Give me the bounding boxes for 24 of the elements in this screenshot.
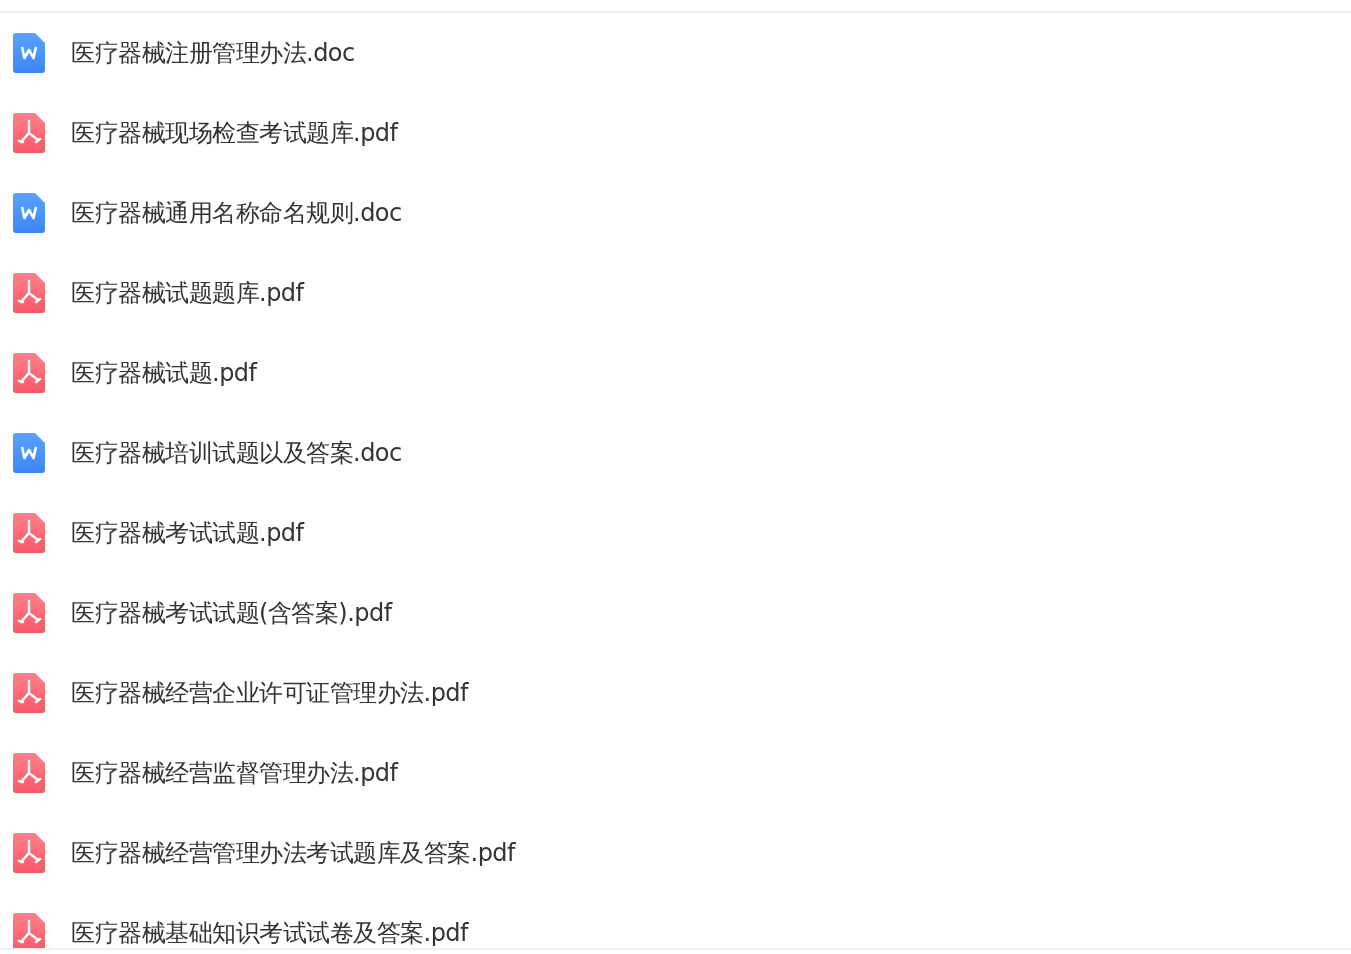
file-name[interactable]: 医疗器械试题.pdf [71, 357, 257, 389]
file-name[interactable]: 医疗器械经营管理办法考试题库及答案.pdf [71, 837, 516, 869]
pdf-document-icon [13, 113, 45, 153]
word-document-icon [13, 433, 45, 473]
pdf-document-icon [13, 353, 45, 393]
file-name[interactable]: 医疗器械基础知识考试试卷及答案.pdf [71, 917, 469, 948]
file-name[interactable]: 医疗器械考试试题.pdf [71, 517, 304, 549]
file-name[interactable]: 医疗器械经营企业许可证管理办法.pdf [71, 677, 469, 709]
word-document-icon [13, 33, 45, 73]
file-name[interactable]: 医疗器械试题题库.pdf [71, 277, 304, 309]
file-name[interactable]: 医疗器械培训试题以及答案.doc [71, 437, 402, 469]
pdf-document-icon [13, 833, 45, 873]
file-name[interactable]: 医疗器械注册管理办法.doc [71, 37, 355, 69]
pdf-document-icon [13, 913, 45, 948]
pdf-document-icon [13, 673, 45, 713]
file-name[interactable]: 医疗器械考试试题(含答案).pdf [71, 597, 392, 629]
pdf-document-icon [13, 513, 45, 553]
file-name[interactable]: 医疗器械现场检查考试题库.pdf [71, 117, 398, 149]
file-name[interactable]: 医疗器械通用名称命名规则.doc [71, 197, 402, 229]
word-document-icon [13, 193, 45, 233]
file-name[interactable]: 医疗器械经营监督管理办法.pdf [71, 757, 398, 789]
pdf-document-icon [13, 273, 45, 313]
pdf-document-icon [13, 753, 45, 793]
pdf-document-icon [13, 593, 45, 633]
